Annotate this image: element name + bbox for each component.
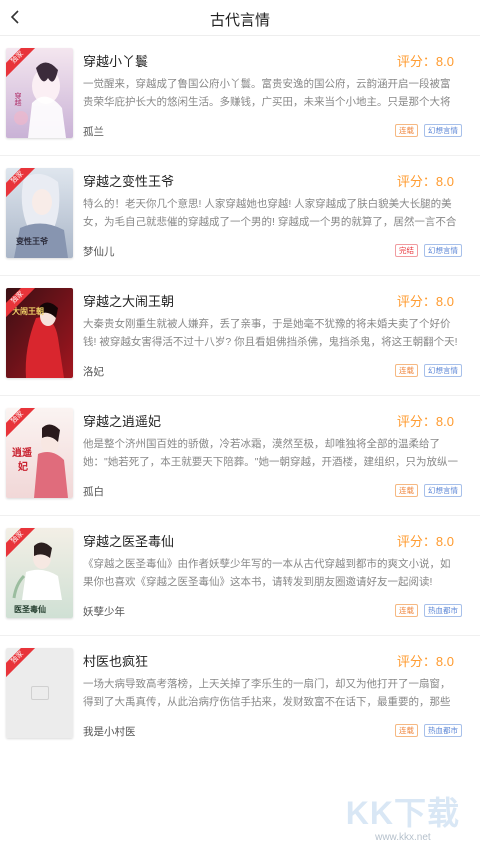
page-title: 古代言情 [209, 12, 270, 29]
category-tag: 幻想言情 [424, 484, 462, 497]
status-tag: 连载 [395, 364, 418, 377]
book-title[interactable]: 穿越小丫鬟 [83, 51, 148, 70]
book-description: 大秦贵女刚重生就被人嫌弃，丢了亲事，于是她毫不犹豫的将未婚夫卖了个好价钱! 被穿… [83, 318, 458, 348]
exclusive-badge: 独家 [6, 648, 40, 682]
book-description: 《穿越之医圣毒仙》由作者妖孽少年写的一本从古代穿越到都市的爽文小说，如果你也喜欢… [83, 558, 451, 588]
exclusive-badge: 独家 [6, 168, 40, 202]
category-tag: 幻想言情 [424, 124, 462, 137]
svg-text:穿越: 穿越 [14, 91, 22, 107]
book-item[interactable]: 穿越 独家 穿越小丫鬟 评分：8.0 一觉醒来，穿越成了鲁国公府小丫鬟。富贵安逸… [0, 36, 480, 156]
book-cover[interactable]: 变性王爷 独家 [6, 168, 73, 258]
book-rating: 评分：8.0 [396, 534, 454, 549]
status-tag: 连载 [395, 124, 418, 137]
book-author: 我是小村医 [83, 726, 136, 738]
svg-text:逍遥: 逍遥 [12, 446, 32, 459]
image-placeholder-icon [31, 686, 49, 700]
status-tag: 连载 [395, 604, 418, 617]
book-item[interactable]: 变性王爷 独家 穿越之变性王爷 评分：8.0 特么的！老天你几个意思! 人家穿越… [0, 156, 480, 276]
book-description: 一觉醒来，穿越成了鲁国公府小丫鬟。富贵安逸的国公府，云韵涵开启一段被富贵荣华庇护… [83, 78, 451, 108]
book-cover-placeholder[interactable]: 独家 [6, 648, 73, 738]
book-description: 一场大病导致高考落榜，上天关掉了李乐生的一扇门，却又为他打开了一扇窗，得到了大禹… [83, 678, 451, 708]
exclusive-badge: 独家 [6, 48, 40, 82]
book-list: 穿越 独家 穿越小丫鬟 评分：8.0 一觉醒来，穿越成了鲁国公府小丫鬟。富贵安逸… [0, 36, 480, 756]
book-cover[interactable]: 逍遥 妃 独家 [6, 408, 73, 498]
category-tag: 幻想言情 [424, 364, 462, 377]
watermark-url: www.kkx.net [375, 832, 431, 843]
book-tags: 连载 幻想言情 [395, 364, 462, 377]
book-rating: 评分：8.0 [396, 654, 454, 669]
book-tags: 连载 幻想言情 [395, 484, 462, 497]
exclusive-badge: 独家 [6, 528, 40, 562]
book-rating: 评分：8.0 [396, 294, 454, 309]
book-cover[interactable]: 医圣毒仙 独家 [6, 528, 73, 618]
book-tags: 连载 热血都市 [395, 724, 462, 737]
book-title[interactable]: 穿越之逍遥妃 [83, 411, 161, 430]
book-tags: 完结 幻想言情 [395, 244, 462, 257]
book-rating: 评分：8.0 [396, 174, 454, 189]
book-item[interactable]: 医圣毒仙 独家 穿越之医圣毒仙 评分：8.0 《穿越之医圣毒仙》由作者妖孽少年写… [0, 516, 480, 636]
book-description: 特么的！老天你几个意思! 人家穿越她也穿越! 人家穿越成了肤白貌美大长腿的美女，… [83, 198, 457, 228]
book-tags: 连载 热血都市 [395, 604, 462, 617]
watermark-logo: KK下载 [345, 795, 460, 831]
category-tag: 热血都市 [424, 604, 462, 617]
book-author: 孤兰 [83, 126, 104, 138]
book-item[interactable]: 大闹王朝 独家 穿越之大闹王朝 评分：8.0 大秦贵女刚重生就被人嫌弃，丢了亲事… [0, 276, 480, 396]
book-author: 妖孽少年 [83, 606, 125, 618]
book-description: 他是整个济州国百姓的骄傲，冷若冰霜，漠然至极，却唯独将全部的温柔给了她："她若死… [83, 438, 458, 468]
svg-text:变性王爷: 变性王爷 [16, 236, 49, 246]
exclusive-badge: 独家 [6, 288, 40, 322]
svg-text:妃: 妃 [17, 460, 28, 473]
exclusive-badge: 独家 [6, 408, 40, 442]
book-author: 洛妃 [83, 366, 104, 378]
book-item[interactable]: 逍遥 妃 独家 穿越之逍遥妃 评分：8.0 他是整个济州国百姓的骄傲，冷若冰霜，… [0, 396, 480, 516]
category-tag: 热血都市 [424, 724, 462, 737]
book-rating: 评分：8.0 [396, 54, 454, 69]
top-bar: 古代言情 [0, 0, 480, 36]
book-tags: 连载 幻想言情 [395, 124, 462, 137]
site-watermark: KK下载 www.kkx.net [346, 796, 460, 844]
book-rating: 评分：8.0 [396, 414, 454, 429]
svg-text:医圣毒仙: 医圣毒仙 [14, 604, 46, 614]
book-title[interactable]: 穿越之变性王爷 [83, 171, 174, 190]
book-author: 孤白 [83, 486, 104, 498]
book-title[interactable]: 穿越之大闹王朝 [83, 291, 174, 310]
book-cover[interactable]: 穿越 独家 [6, 48, 73, 138]
book-title[interactable]: 村医也疯狂 [83, 651, 148, 670]
status-tag: 连载 [395, 724, 418, 737]
book-author: 梦仙儿 [83, 246, 115, 258]
book-cover[interactable]: 大闹王朝 独家 [6, 288, 73, 378]
category-tag: 幻想言情 [424, 244, 462, 257]
book-title[interactable]: 穿越之医圣毒仙 [83, 531, 174, 550]
status-tag: 完结 [395, 244, 418, 257]
status-tag: 连载 [395, 484, 418, 497]
book-item[interactable]: 独家 村医也疯狂 评分：8.0 一场大病导致高考落榜，上天关掉了李乐生的一扇门，… [0, 636, 480, 756]
